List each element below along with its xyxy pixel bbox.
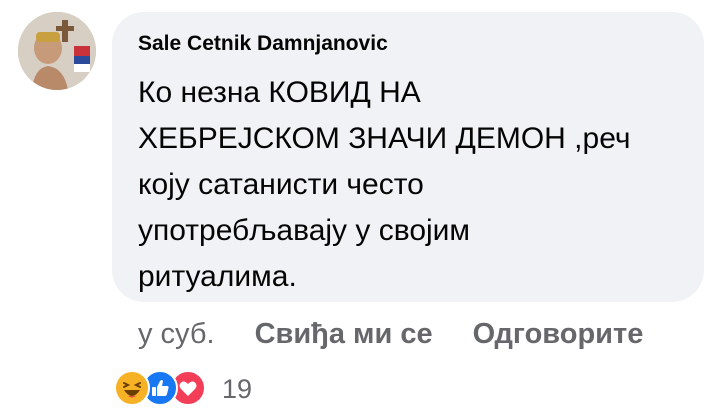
reaction-icons (114, 370, 212, 408)
reply-button[interactable]: Одговорите (473, 318, 644, 351)
comment-bubble: Sale Cetnik Damnjanovic Ко незна КОВИД Н… (112, 12, 704, 302)
profile-photo (18, 12, 96, 90)
like-button[interactable]: Свиђа ми се (255, 318, 433, 351)
comment-author[interactable]: Sale Cetnik Damnjanovic (138, 32, 388, 56)
reactions-summary[interactable]: 19 (114, 370, 252, 408)
comment-actions: у суб. Свиђа ми се Одговорите (138, 318, 643, 351)
haha-icon (114, 370, 150, 406)
comment-text: Ко незна КОВИД НА ХЕБРЕЈСКОМ ЗНАЧИ ДЕМОН… (138, 76, 631, 293)
reaction-count: 19 (222, 373, 253, 404)
comment-timestamp[interactable]: у суб. (138, 318, 215, 351)
avatar[interactable] (18, 12, 96, 90)
